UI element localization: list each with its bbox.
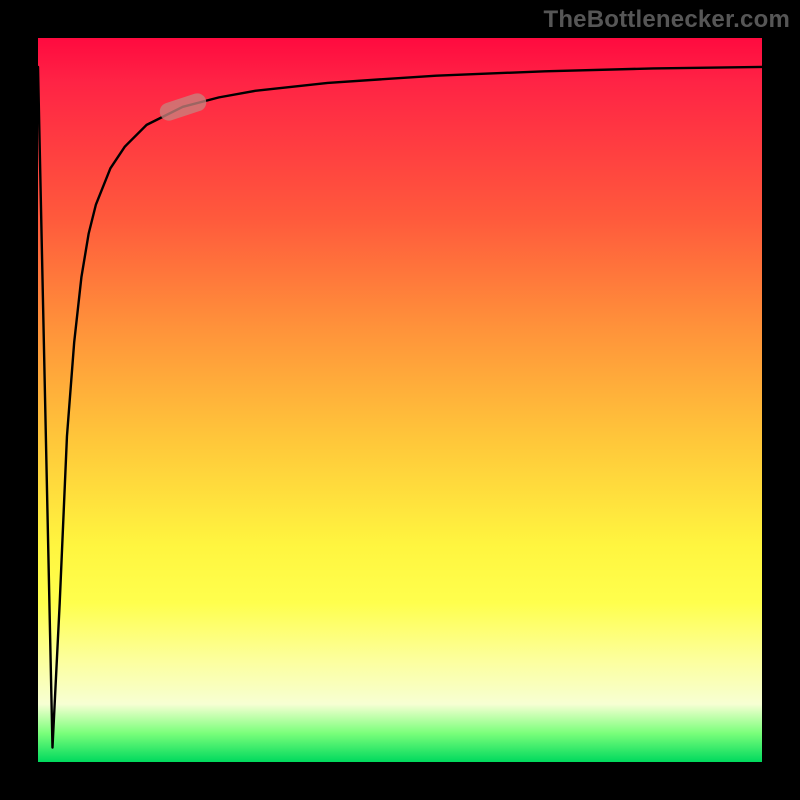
frame-bottom: [0, 762, 800, 800]
frame-left: [0, 0, 38, 800]
attribution-text: TheBottlenecker.com: [543, 6, 790, 34]
chart-container: TheBottlenecker.com: [0, 0, 800, 800]
bottleneck-curve: [38, 67, 762, 748]
frame-right: [762, 0, 800, 800]
curve-layer: [38, 38, 762, 762]
